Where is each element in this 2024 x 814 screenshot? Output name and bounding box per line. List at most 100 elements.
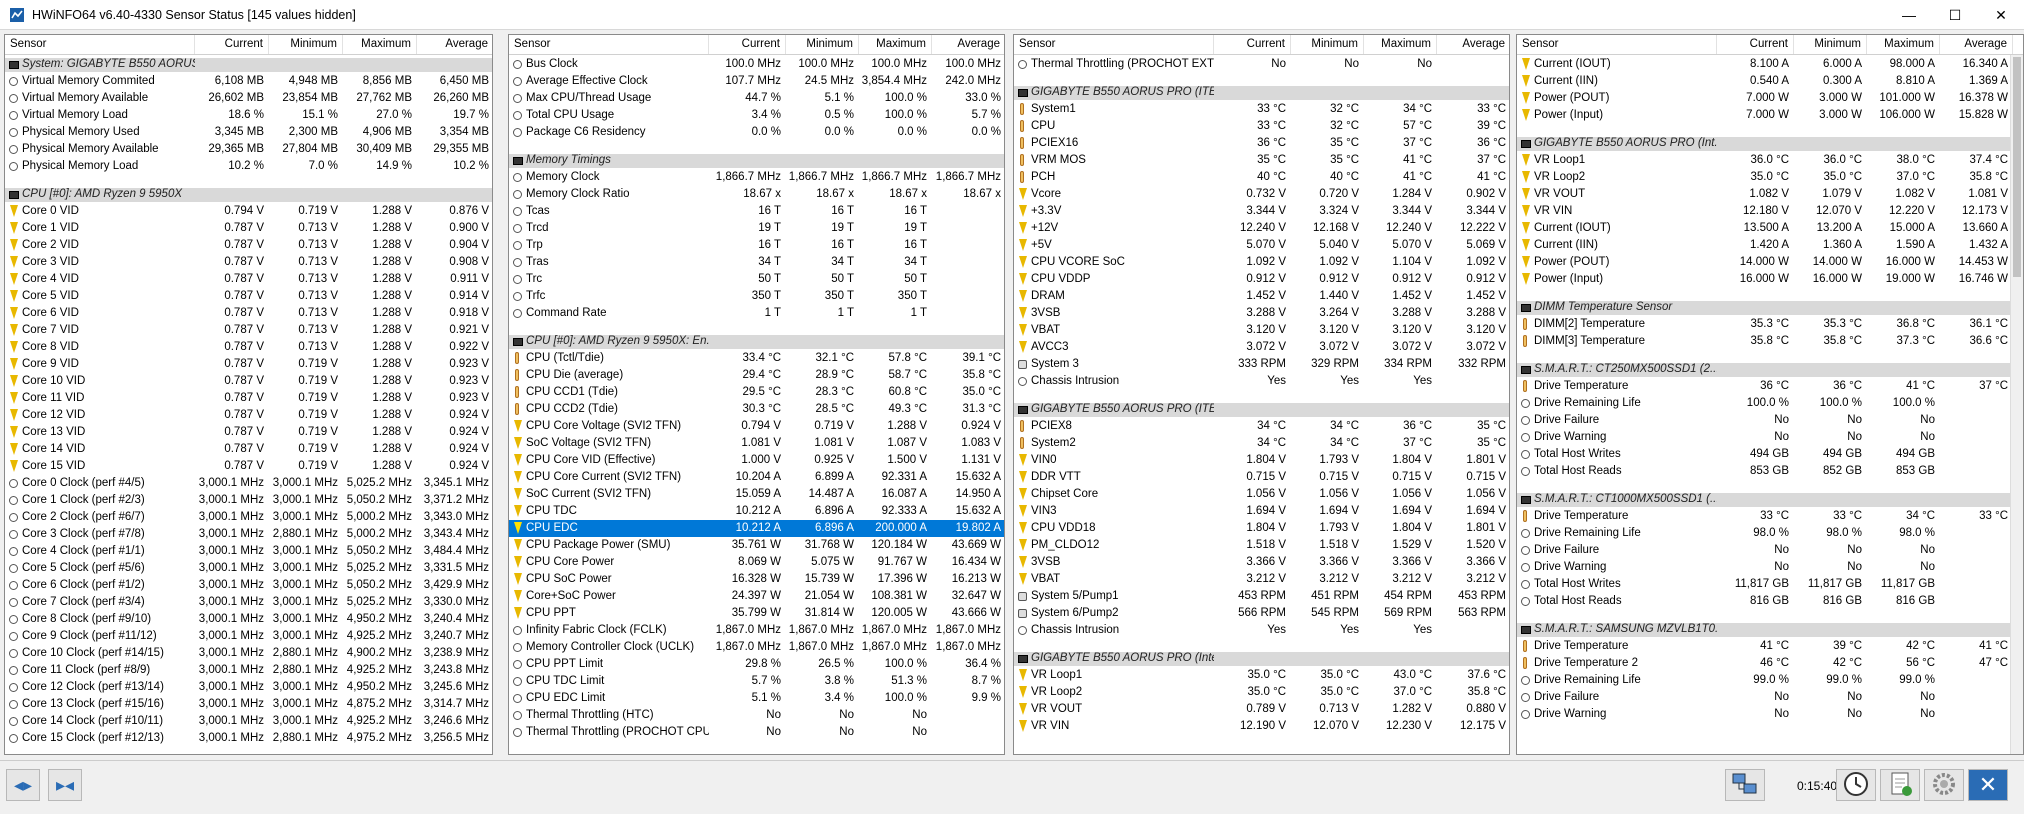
scrollbar-thumb[interactable] — [2013, 57, 2021, 277]
column-header-maximum[interactable]: Maximum — [859, 35, 932, 54]
sensor-row[interactable]: VR VIN 12.190 V 12.070 V 12.230 V 12.175 V — [1014, 718, 1509, 735]
column-header-maximum[interactable]: Maximum — [1867, 35, 1940, 54]
sensor-row[interactable]: System 3 333 RPM 329 RPM 334 RPM 332 RPM — [1014, 356, 1509, 373]
column-header-minimum[interactable]: Minimum — [786, 35, 859, 54]
sensor-row[interactable]: Core 2 Clock (perf #6/7) 3,000.1 MHz 3,000… — [5, 509, 492, 526]
sensor-row[interactable]: Power (Input) 16.000 W 16.000 W 19.000 W 16.… — [1517, 271, 2023, 288]
sensor-row[interactable]: PCH 40 °C 40 °C 41 °C 41 °C — [1014, 169, 1509, 186]
sensor-group-header[interactable]: GIGABYTE B550 AORUS PRO (Int... — [1517, 135, 2023, 152]
column-header-minimum[interactable]: Minimum — [1291, 35, 1364, 54]
sensor-row[interactable]: Core 1 Clock (perf #2/3) 3,000.1 MHz 3,000… — [5, 492, 492, 509]
sensor-row[interactable]: System1 33 °C 32 °C 34 °C 33 °C — [1014, 101, 1509, 118]
sensor-row[interactable]: System2 34 °C 34 °C 37 °C 35 °C — [1014, 435, 1509, 452]
sensor-group-header[interactable]: DIMM Temperature Sensor — [1517, 299, 2023, 316]
sensor-row[interactable]: Virtual Memory Available 26,602 MB 23,854 … — [5, 90, 492, 107]
sensor-row[interactable]: Core 13 VID 0.787 V 0.719 V 1.288 V 0.924 V — [5, 424, 492, 441]
sensor-row[interactable]: Tras 34 T 34 T 34 T — [509, 254, 1004, 271]
sensor-row[interactable]: Core 10 VID 0.787 V 0.719 V 1.288 V 0.923 V — [5, 373, 492, 390]
sensor-group-header[interactable]: CPU [#0]: AMD Ryzen 9 5950X — [5, 186, 492, 203]
sensor-row[interactable]: Drive Warning No No No — [1517, 559, 2023, 576]
sensor-row[interactable]: Core 15 VID 0.787 V 0.719 V 1.288 V 0.924 V — [5, 458, 492, 475]
sensor-row[interactable]: Trcd 19 T 19 T 19 T — [509, 220, 1004, 237]
sensor-row[interactable]: CPU (Tctl/Tdie) 33.4 °C 32.1 °C 57.8 °C 39.1… — [509, 350, 1004, 367]
sensor-row[interactable]: Core 4 Clock (perf #1/1) 3,000.1 MHz 3,000… — [5, 543, 492, 560]
column-header-average[interactable]: Average — [417, 35, 492, 54]
sensor-row[interactable]: VRM MOS 35 °C 35 °C 41 °C 37 °C — [1014, 152, 1509, 169]
sensor-row[interactable]: Current (IIN) 1.420 A 1.360 A 1.590 A 1.432 … — [1517, 237, 2023, 254]
sensor-row[interactable]: Core 9 Clock (perf #11/12) 3,000.1 MHz 3,0… — [5, 628, 492, 645]
close-icon[interactable]: ✕ — [1968, 769, 2008, 801]
sensor-row[interactable]: Tcas 16 T 16 T 16 T — [509, 203, 1004, 220]
sensor-group-header[interactable]: Memory Timings — [509, 152, 1004, 169]
sensor-row[interactable]: Total Host Reads 853 GB 852 GB 853 GB — [1517, 463, 2023, 480]
vertical-scrollbar[interactable] — [2010, 55, 2023, 754]
sensor-row[interactable]: Core 3 VID 0.787 V 0.713 V 1.288 V 0.908 V — [5, 254, 492, 271]
sensor-group-header[interactable]: S.M.A.R.T.: SAMSUNG MZVLB1T0... — [1517, 621, 2023, 638]
sensor-row[interactable]: Core 14 VID 0.787 V 0.719 V 1.288 V 0.924 V — [5, 441, 492, 458]
sensor-row[interactable]: Thermal Throttling (PROCHOT EXT) No No No — [1014, 56, 1509, 73]
sensor-group-header[interactable]: GIGABYTE B550 AORUS PRO (ITE I... — [1014, 401, 1509, 418]
sensor-row[interactable]: Vcore 0.732 V 0.720 V 1.284 V 0.902 V — [1014, 186, 1509, 203]
sensor-group-header[interactable]: GIGABYTE B550 AORUS PRO (Inter... — [1014, 650, 1509, 667]
sensor-row[interactable]: Drive Warning No No No — [1517, 706, 2023, 723]
column-header-current[interactable]: Current — [195, 35, 269, 54]
sensor-row[interactable]: VR Loop1 36.0 °C 36.0 °C 38.0 °C 37.4 °C — [1517, 152, 2023, 169]
sensor-row[interactable]: Power (POUT) 14.000 W 14.000 W 16.000 W 14.4… — [1517, 254, 2023, 271]
sensor-row[interactable]: CPU SoC Power 16.328 W 15.739 W 17.396 W 16.… — [509, 571, 1004, 588]
nav-right-button[interactable]: ▸◂ — [48, 769, 82, 801]
sensor-row[interactable]: VR Loop1 35.0 °C 35.0 °C 43.0 °C 37.6 °C — [1014, 667, 1509, 684]
clock-icon[interactable] — [1836, 769, 1876, 801]
sensor-row[interactable]: PCIEX8 34 °C 34 °C 36 °C 35 °C — [1014, 418, 1509, 435]
column-header-current[interactable]: Current — [709, 35, 786, 54]
sensor-row[interactable]: CPU PPT 35.799 W 31.814 W 120.005 W 43.666 W — [509, 605, 1004, 622]
sensor-row[interactable]: Core 1 VID 0.787 V 0.713 V 1.288 V 0.900 V — [5, 220, 492, 237]
sensor-row[interactable]: System 6/Pump2 566 RPM 545 RPM 569 RPM 563 R… — [1014, 605, 1509, 622]
sensor-row[interactable]: Virtual Memory Commited 6,108 MB 4,948 MB 8… — [5, 73, 492, 90]
sensor-row[interactable]: Core 7 VID 0.787 V 0.713 V 1.288 V 0.921 V — [5, 322, 492, 339]
sensor-row[interactable]: Core 13 Clock (perf #15/16) 3,000.1 MHz 3,… — [5, 696, 492, 713]
sensor-row[interactable]: Drive Temperature 2 46 °C 42 °C 56 °C 47 °C — [1517, 655, 2023, 672]
sensor-group-header[interactable]: S.M.A.R.T.: CT250MX500SSD1 (2... — [1517, 361, 2023, 378]
sensor-row[interactable]: +5V 5.070 V 5.040 V 5.070 V 5.069 V — [1014, 237, 1509, 254]
sensor-row[interactable]: +3.3V 3.344 V 3.324 V 3.344 V 3.344 V — [1014, 203, 1509, 220]
sensor-row[interactable]: VR Loop2 35.0 °C 35.0 °C 37.0 °C 35.8 °C — [1014, 684, 1509, 701]
column-header-sensor[interactable]: Sensor — [1517, 35, 1717, 54]
sensor-row[interactable]: Core 3 Clock (perf #7/8) 3,000.1 MHz 2,880… — [5, 526, 492, 543]
nav-left-button[interactable]: ◂▸ — [6, 769, 40, 801]
minimize-button[interactable]: — — [1886, 0, 1932, 30]
sensor-row[interactable]: VBAT 3.120 V 3.120 V 3.120 V 3.120 V — [1014, 322, 1509, 339]
sensor-row[interactable]: SoC Voltage (SVI2 TFN) 1.081 V 1.081 V 1.08… — [509, 435, 1004, 452]
sensor-row[interactable]: Core 0 Clock (perf #4/5) 3,000.1 MHz 3,000… — [5, 475, 492, 492]
gear-icon[interactable] — [1924, 769, 1964, 801]
column-header-sensor[interactable]: Sensor — [1014, 35, 1214, 54]
sensor-row[interactable]: Memory Clock 1,866.7 MHz 1,866.7 MHz 1,866.… — [509, 169, 1004, 186]
sensor-row[interactable]: Memory Clock Ratio 18.67 x 18.67 x 18.67 x 1… — [509, 186, 1004, 203]
sensor-row[interactable]: Current (IOUT) 8.100 A 6.000 A 98.000 A 16.3… — [1517, 56, 2023, 73]
sensor-row[interactable]: DIMM[2] Temperature 35.3 °C 35.3 °C 36.8 °C… — [1517, 316, 2023, 333]
sensor-row[interactable]: Average Effective Clock 107.7 MHz 24.5 MHz… — [509, 73, 1004, 90]
sensor-row[interactable]: AVCC3 3.072 V 3.072 V 3.072 V 3.072 V — [1014, 339, 1509, 356]
sensor-row[interactable]: Drive Temperature 33 °C 33 °C 34 °C 33 °C — [1517, 508, 2023, 525]
sensor-row[interactable]: CPU EDC Limit 5.1 % 3.4 % 100.0 % 9.9 % — [509, 690, 1004, 707]
sensor-row[interactable]: VBAT 3.212 V 3.212 V 3.212 V 3.212 V — [1014, 571, 1509, 588]
sensor-row[interactable]: Core 0 VID 0.794 V 0.719 V 1.288 V 0.876 V — [5, 203, 492, 220]
sensor-row[interactable]: Physical Memory Used 3,345 MB 2,300 MB 4,90… — [5, 124, 492, 141]
sensor-row[interactable]: Core 12 Clock (perf #13/14) 3,000.1 MHz 3,… — [5, 679, 492, 696]
sensor-row[interactable]: Chassis Intrusion Yes Yes Yes — [1014, 622, 1509, 639]
sensor-row[interactable]: PM_CLDO12 1.518 V 1.518 V 1.529 V 1.520 V — [1014, 537, 1509, 554]
sensor-row[interactable]: Drive Failure No No No — [1517, 542, 2023, 559]
maximize-button[interactable]: ☐ — [1932, 0, 1978, 30]
column-header-maximum[interactable]: Maximum — [343, 35, 417, 54]
close-window-button[interactable]: ✕ — [1978, 0, 2024, 30]
sensor-row[interactable]: Core 5 Clock (perf #5/6) 3,000.1 MHz 3,000… — [5, 560, 492, 577]
sensor-row[interactable]: VR VOUT 0.789 V 0.713 V 1.282 V 0.880 V — [1014, 701, 1509, 718]
sensor-row[interactable]: CPU VCORE SoC 1.092 V 1.092 V 1.104 V 1.092 … — [1014, 254, 1509, 271]
sensor-row[interactable]: Chipset Core 1.056 V 1.056 V 1.056 V 1.056 V — [1014, 486, 1509, 503]
sensor-row[interactable]: 3VSB 3.366 V 3.366 V 3.366 V 3.366 V — [1014, 554, 1509, 571]
sensor-row[interactable]: Core 8 VID 0.787 V 0.713 V 1.288 V 0.922 V — [5, 339, 492, 356]
sensor-row[interactable]: Drive Warning No No No — [1517, 429, 2023, 446]
sensor-row[interactable]: Current (IOUT) 13.500 A 13.200 A 15.000 A 13… — [1517, 220, 2023, 237]
sensor-row[interactable]: Core 11 VID 0.787 V 0.719 V 1.288 V 0.923 V — [5, 390, 492, 407]
sensor-row[interactable]: Power (POUT) 7.000 W 3.000 W 101.000 W 16.37… — [1517, 90, 2023, 107]
sensor-row[interactable]: CPU CCD1 (Tdie) 29.5 °C 28.3 °C 60.8 °C 35.0… — [509, 384, 1004, 401]
